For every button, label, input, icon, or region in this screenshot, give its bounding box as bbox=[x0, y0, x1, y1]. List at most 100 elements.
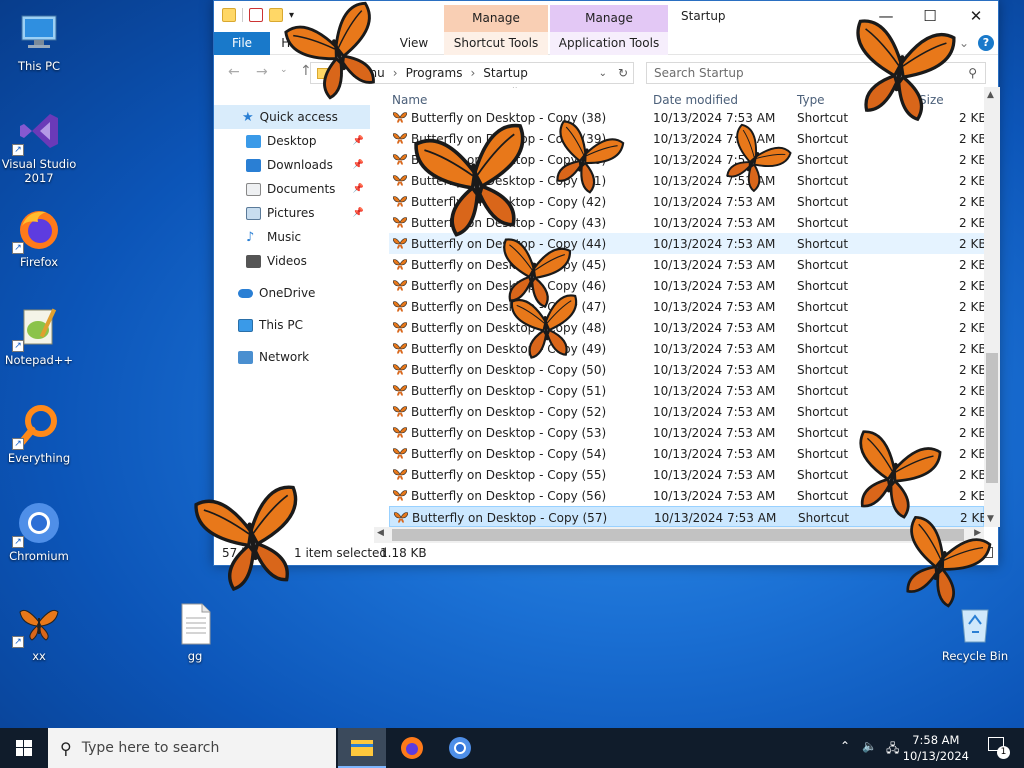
search-input[interactable]: Search Startup ⚲ bbox=[646, 62, 986, 84]
nav-item-music[interactable]: ♪ Music bbox=[214, 225, 370, 249]
nav-item-network[interactable]: Network bbox=[214, 345, 370, 369]
table-row[interactable]: Butterfly on Desktop - Copy (43) 10/13/20… bbox=[389, 212, 984, 233]
minimize-button[interactable]: — bbox=[863, 1, 909, 32]
address-dropdown-icon[interactable]: ⌄ bbox=[599, 68, 607, 79]
maximize-button[interactable]: ☐ bbox=[907, 1, 953, 32]
breadcrumb-item[interactable]: Programs bbox=[406, 66, 463, 80]
desktop-icon-notepadpp[interactable]: ↗ Notepad++ bbox=[0, 304, 78, 367]
scroll-up-icon[interactable]: ▲ bbox=[987, 90, 994, 100]
scroll-thumb[interactable] bbox=[986, 353, 998, 483]
forward-icon[interactable]: → bbox=[256, 64, 268, 80]
table-row[interactable]: Butterfly on Desktop - Copy (51) 10/13/20… bbox=[389, 380, 984, 401]
table-row[interactable]: Butterfly on Desktop - Copy (44) 10/13/20… bbox=[389, 233, 984, 254]
tab-view[interactable]: View bbox=[390, 32, 438, 55]
table-row[interactable]: Butterfly on Desktop - Copy (49) 10/13/20… bbox=[389, 338, 984, 359]
nav-item-documents[interactable]: Documents 📌 bbox=[214, 177, 370, 201]
taskbar-search-box[interactable]: ⚲ Type here to search bbox=[48, 728, 336, 768]
item-count: 57 items bbox=[222, 546, 275, 560]
scroll-right-icon[interactable]: ▶ bbox=[974, 528, 981, 538]
desktop-icon bbox=[246, 134, 261, 148]
butterfly-shortcut-icon bbox=[393, 511, 409, 524]
table-row[interactable]: Butterfly on Desktop - Copy (48) 10/13/20… bbox=[389, 317, 984, 338]
volume-muted-icon[interactable]: 🔈 bbox=[862, 739, 877, 753]
clock[interactable]: 7:58 AM 10/13/2024 bbox=[903, 732, 969, 764]
scroll-down-icon[interactable]: ▼ bbox=[987, 514, 994, 524]
column-header-name[interactable]: Name bbox=[392, 93, 427, 107]
column-header-type[interactable]: Type bbox=[797, 93, 825, 107]
table-row[interactable]: Butterfly on Desktop - Copy (47) 10/13/20… bbox=[389, 296, 984, 317]
windows-logo-icon bbox=[16, 740, 32, 756]
desktop-icon-gg[interactable]: gg bbox=[156, 600, 234, 663]
pin-icon[interactable]: 📌 bbox=[353, 208, 364, 218]
action-center-button[interactable]: 1 bbox=[988, 737, 1010, 759]
nav-item-downloads[interactable]: Downloads 📌 bbox=[214, 153, 370, 177]
tab-application-tools[interactable]: Application Tools bbox=[550, 32, 668, 55]
help-icon[interactable]: ? bbox=[978, 35, 994, 51]
back-icon[interactable]: ← bbox=[228, 64, 240, 80]
nav-item-videos[interactable]: Videos bbox=[214, 249, 370, 273]
vertical-scrollbar[interactable]: ▲ ▼ bbox=[984, 87, 1000, 527]
nav-item-pictures[interactable]: Pictures 📌 bbox=[214, 201, 370, 225]
folder-icon[interactable] bbox=[222, 8, 236, 22]
start-button[interactable] bbox=[0, 728, 48, 768]
properties-icon[interactable] bbox=[249, 8, 263, 22]
show-hidden-icons-icon[interactable]: ⌃ bbox=[840, 739, 850, 753]
recent-locations-icon[interactable]: ⌄ bbox=[280, 65, 288, 75]
desktop-icon-recycle-bin[interactable]: Recycle Bin bbox=[936, 600, 1014, 663]
taskbar-file-explorer[interactable] bbox=[338, 728, 386, 768]
desktop-icon-everything[interactable]: ↗ Everything bbox=[0, 402, 78, 465]
table-row[interactable]: Butterfly on Desktop - Copy (38) 10/13/20… bbox=[389, 107, 984, 128]
table-row[interactable]: Butterfly on Desktop - Copy (56) 10/13/20… bbox=[389, 485, 984, 506]
nav-quick-access[interactable]: ★ Quick access bbox=[214, 105, 370, 129]
tab-file[interactable]: File bbox=[214, 32, 270, 55]
close-button[interactable]: ✕ bbox=[953, 1, 999, 32]
table-row[interactable]: Butterfly on Desktop - Copy (45) 10/13/20… bbox=[389, 254, 984, 275]
desktop-icon-xx[interactable]: ↗ xx bbox=[0, 600, 78, 663]
taskbar-chromium[interactable] bbox=[436, 728, 484, 768]
breadcrumb-item[interactable]: Menu bbox=[352, 66, 385, 80]
desktop-icon-chromium[interactable]: ↗ Chromium bbox=[0, 500, 78, 563]
pin-icon[interactable]: 📌 bbox=[353, 184, 364, 194]
table-row[interactable]: Butterfly on Desktop - Copy (55) 10/13/20… bbox=[389, 464, 984, 485]
nav-item-desktop[interactable]: Desktop 📌 bbox=[214, 129, 370, 153]
network-status-icon[interactable]: 🖧 bbox=[886, 739, 899, 760]
table-row[interactable]: Butterfly on Desktop - Copy (54) 10/13/20… bbox=[389, 443, 984, 464]
new-folder-icon[interactable] bbox=[269, 8, 283, 22]
breadcrumb-item[interactable]: Startup bbox=[483, 66, 528, 80]
large-icons-view-icon[interactable] bbox=[981, 547, 993, 558]
nav-item-this-pc[interactable]: This PC bbox=[214, 313, 370, 337]
desktop-icon-this-pc[interactable]: This PC bbox=[0, 10, 78, 73]
title-bar[interactable]: ▾ Manage Manage Startup — ☐ ✕ bbox=[214, 1, 999, 53]
file-list[interactable]: Name ⌃ Date modified Type Size Butterfly… bbox=[387, 87, 984, 527]
taskbar-firefox[interactable] bbox=[388, 728, 436, 768]
pin-icon[interactable]: 📌 bbox=[353, 136, 364, 146]
scroll-thumb[interactable] bbox=[392, 529, 964, 541]
table-row[interactable]: Butterfly on Desktop - Copy (57) 10/13/20… bbox=[389, 506, 984, 527]
breadcrumb-separator: › bbox=[392, 66, 398, 80]
file-explorer-window[interactable]: ▾ Manage Manage Startup — ☐ ✕ File Home … bbox=[213, 0, 1000, 566]
cell-date: 10/13/2024 7:53 AM bbox=[653, 426, 776, 440]
tab-home[interactable]: Home bbox=[274, 32, 324, 55]
nav-item-onedrive[interactable]: OneDrive bbox=[214, 281, 370, 305]
table-row[interactable]: Butterfly on Desktop - Copy (50) 10/13/20… bbox=[389, 359, 984, 380]
expand-ribbon-icon[interactable]: ⌄ bbox=[956, 32, 972, 55]
table-row[interactable]: Butterfly on Desktop - Copy (46) 10/13/20… bbox=[389, 275, 984, 296]
column-header-date[interactable]: Date modified bbox=[653, 93, 738, 107]
table-row[interactable]: Butterfly on Desktop - Copy (42) 10/13/20… bbox=[389, 191, 984, 212]
tab-shortcut-tools[interactable]: Shortcut Tools bbox=[444, 32, 548, 55]
desktop-icon-visual-studio[interactable]: ↗ Visual Studio 2017 bbox=[0, 108, 78, 185]
table-row[interactable]: Butterfly on Desktop - Copy (41) 10/13/20… bbox=[389, 170, 984, 191]
table-row[interactable]: Butterfly on Desktop - Copy (40) 10/13/20… bbox=[389, 149, 984, 170]
table-row[interactable]: Butterfly on Desktop - Copy (53) 10/13/20… bbox=[389, 422, 984, 443]
table-row[interactable]: Butterfly on Desktop - Copy (52) 10/13/20… bbox=[389, 401, 984, 422]
customize-toolbar-icon[interactable]: ▾ bbox=[289, 10, 294, 21]
address-bar[interactable]: › Menu › Programs › Startup ⌄ ↻ bbox=[310, 62, 634, 84]
refresh-icon[interactable]: ↻ bbox=[618, 66, 628, 80]
desktop-icon-firefox[interactable]: ↗ Firefox bbox=[0, 206, 78, 269]
onedrive-icon bbox=[238, 288, 253, 298]
pin-icon[interactable]: 📌 bbox=[353, 160, 364, 170]
table-row[interactable]: Butterfly on Desktop - Copy (39) 10/13/20… bbox=[389, 128, 984, 149]
scroll-left-icon[interactable]: ◀ bbox=[377, 528, 384, 538]
details-view-icon[interactable] bbox=[964, 547, 976, 558]
column-header-size[interactable]: Size bbox=[919, 93, 944, 107]
